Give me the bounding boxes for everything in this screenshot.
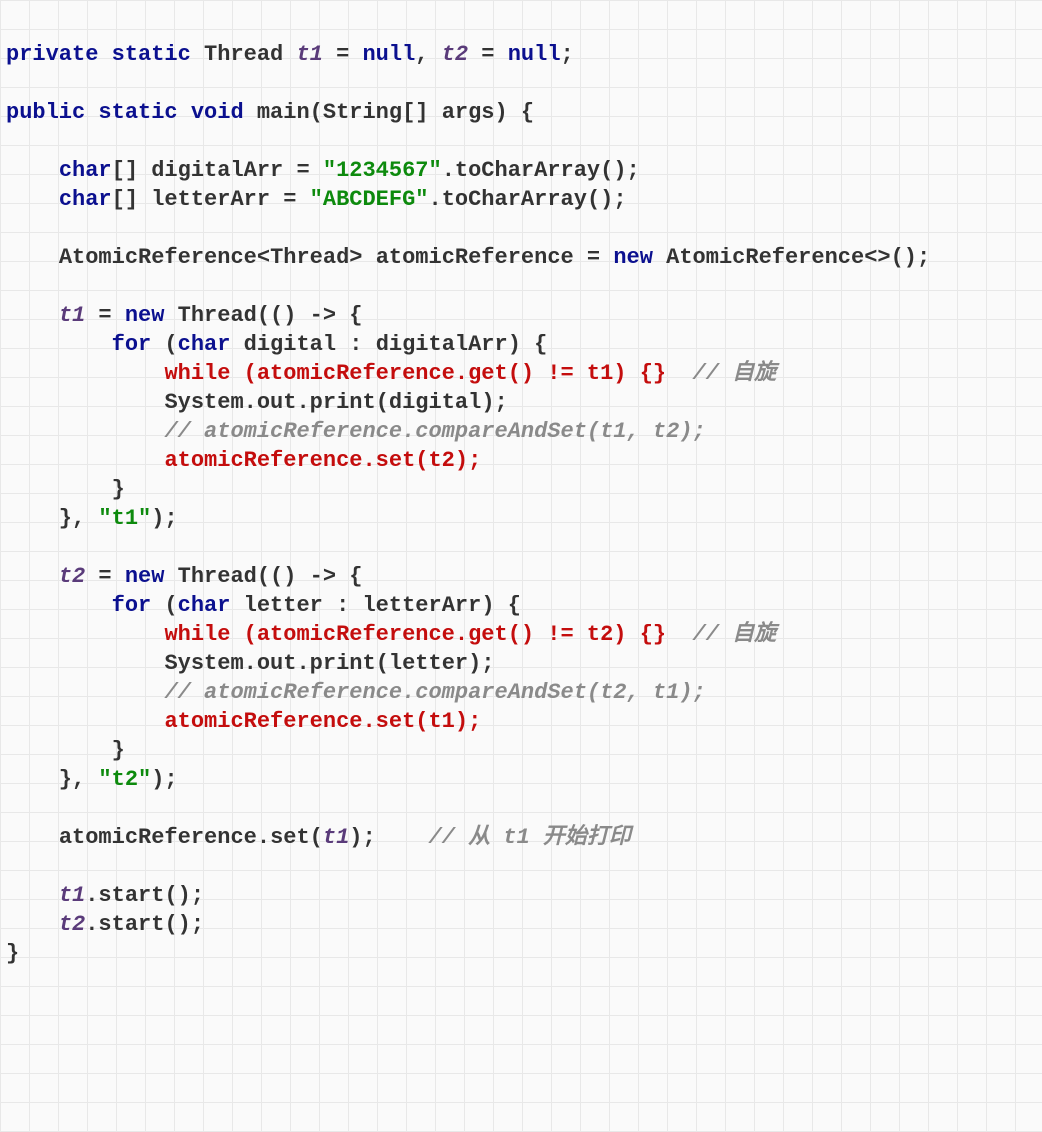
ident-system: System [164, 651, 243, 676]
code-block: private static Thread t1 = null, t2 = nu… [0, 0, 1042, 968]
method-toCharArray: toCharArray [455, 158, 600, 183]
var-t1: t1 [59, 883, 85, 908]
keyword-new: new [125, 303, 165, 328]
string-t1: "t1" [98, 506, 151, 531]
ident-out: out [257, 651, 297, 676]
comment-spin-2: // 自旋 [693, 622, 777, 647]
keyword-new: new [125, 564, 165, 589]
var-digitalArr: digitalArr [151, 158, 283, 183]
var-digitalArr: digitalArr [376, 332, 508, 357]
method-print: print [310, 390, 376, 415]
var-t1: t1 [296, 42, 322, 67]
ident-system: System [164, 390, 243, 415]
comment-spin-1: // 自旋 [693, 361, 777, 386]
type-thread: Thread [178, 564, 257, 589]
var-t1: t1 [59, 303, 85, 328]
stmt-while-spin-1: while (atomicReference.get() != t1) {} [164, 361, 666, 386]
var-t1: t1 [323, 825, 349, 850]
method-start: start [98, 883, 164, 908]
method-set: set [270, 825, 310, 850]
comment-cas12: // atomicReference.compareAndSet(t1, t2)… [164, 419, 705, 444]
var-letter: letter [244, 593, 323, 618]
type-thread: Thread [204, 42, 283, 67]
keyword-char: char [59, 158, 112, 183]
type-thread: Thread [178, 303, 257, 328]
var-letterArr: letterArr [151, 187, 270, 212]
keyword-null: null [508, 42, 561, 67]
comment-start: // 从 t1 开始打印 [429, 825, 631, 850]
comment-cas21: // atomicReference.compareAndSet(t2, t1)… [164, 680, 705, 705]
keyword-void: void [191, 100, 244, 125]
method-main: main [257, 100, 310, 125]
stmt-set-t1: atomicReference.set(t1); [164, 709, 481, 734]
type-string: String [323, 100, 402, 125]
string-letters: "ABCDEFG" [310, 187, 429, 212]
keyword-static: static [112, 42, 191, 67]
var-t2: t2 [442, 42, 468, 67]
stmt-set-t2: atomicReference.set(t2); [164, 448, 481, 473]
string-t2: "t2" [98, 767, 151, 792]
keyword-char: char [178, 332, 231, 357]
var-letter: letter [389, 651, 468, 676]
keyword-for: for [112, 332, 152, 357]
var-letterArr: letterArr [362, 593, 481, 618]
keyword-static: static [98, 100, 177, 125]
method-toCharArray: toCharArray [442, 187, 587, 212]
var-atomicRef: atomicReference [376, 245, 574, 270]
var-digital: digital [389, 390, 481, 415]
var-atomicRef: atomicReference [59, 825, 257, 850]
type-atomicref: AtomicReference [59, 245, 257, 270]
type-thread: Thread [270, 245, 349, 270]
keyword-char: char [178, 593, 231, 618]
method-print: print [310, 651, 376, 676]
ident-out: out [257, 390, 297, 415]
keyword-public: public [6, 100, 85, 125]
keyword-new: new [613, 245, 653, 270]
keyword-char: char [59, 187, 112, 212]
keyword-private: private [6, 42, 98, 67]
var-t2: t2 [59, 912, 85, 937]
method-start: start [98, 912, 164, 937]
keyword-for: for [112, 593, 152, 618]
stmt-while-spin-2: while (atomicReference.get() != t2) {} [164, 622, 666, 647]
keyword-null: null [362, 42, 415, 67]
param-args: args [442, 100, 495, 125]
var-digital: digital [244, 332, 336, 357]
string-digits: "1234567" [323, 158, 442, 183]
var-t2: t2 [59, 564, 85, 589]
type-atomicref: AtomicReference [666, 245, 864, 270]
